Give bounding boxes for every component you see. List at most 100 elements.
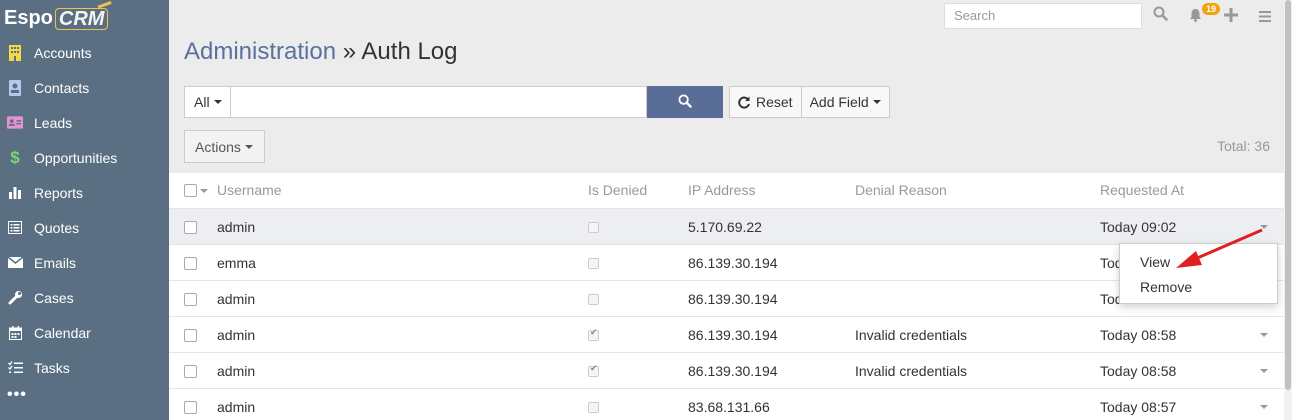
breadcrumb-administration-link[interactable]: Administration (184, 38, 336, 65)
row-select-checkbox[interactable] (184, 365, 197, 378)
is-denied-checkbox (588, 222, 599, 233)
cell-username[interactable]: admin (217, 317, 255, 353)
table-row[interactable]: emma 86.139.30.194 Tod (169, 244, 1284, 280)
cell-ip-address: 5.170.69.22 (688, 219, 762, 235)
sidebar-item-label: Calendar (34, 324, 91, 341)
cell-requested-at: Today 08:57 (1100, 399, 1177, 415)
search-filter-bar: All Reset Add Field (184, 86, 890, 118)
app-logo[interactable]: Espo CRM (0, 0, 169, 35)
sidebar-item-label: Contacts (34, 79, 90, 96)
is-denied-checkbox (588, 363, 599, 377)
sidebar-item-label: Reports (34, 184, 84, 201)
list-icon (7, 220, 23, 236)
chevron-down-icon[interactable] (200, 189, 208, 193)
sidebar-item-accounts[interactable]: Accounts (0, 35, 169, 70)
cell-ip-address: 86.139.30.194 (688, 327, 778, 343)
chevron-down-icon (213, 100, 222, 104)
scrollbar-thumb[interactable] (1285, 0, 1291, 390)
is-denied-checkbox (588, 402, 599, 413)
sidebar: Espo CRM Accounts Contacts Leads $ Oppor… (0, 0, 169, 420)
cell-username[interactable]: admin (217, 281, 255, 317)
cell-ip-address: 86.139.30.194 (688, 255, 778, 271)
breadcrumb-current: Auth Log (361, 38, 458, 65)
building-icon (7, 44, 23, 61)
search-button[interactable] (647, 86, 723, 118)
sidebar-item-emails[interactable]: Emails (0, 245, 169, 280)
actions-button[interactable]: Actions (184, 130, 265, 163)
is-denied-checkbox (588, 258, 599, 269)
column-header-is-denied[interactable]: Is Denied (588, 173, 647, 208)
text-filter-input[interactable] (231, 86, 647, 118)
bar-chart-icon (7, 185, 23, 201)
add-field-label: Add Field (809, 94, 869, 110)
filter-scope-dropdown[interactable]: All (184, 86, 231, 118)
cell-username[interactable]: admin (217, 209, 255, 245)
more-menu-button[interactable]: ••• (0, 385, 169, 413)
row-menu-caret-icon[interactable] (1260, 369, 1268, 373)
refresh-icon (738, 96, 751, 109)
table-row[interactable]: admin 86.139.30.194 Invalid credentials Tod… (169, 352, 1284, 388)
menu-item-view[interactable]: View (1120, 250, 1277, 275)
cell-denial-reason: Invalid credentials (855, 327, 968, 343)
is-denied-checkbox (588, 294, 599, 305)
cell-username[interactable]: admin (217, 353, 255, 389)
row-select-checkbox[interactable] (184, 329, 197, 342)
column-header-denial-reason[interactable]: Denial Reason (855, 173, 947, 208)
sidebar-item-calendar[interactable]: Calendar (0, 315, 169, 350)
total-count: Total: 36 (1217, 138, 1270, 154)
row-menu-caret-icon[interactable] (1260, 405, 1268, 409)
sidebar-item-contacts[interactable]: Contacts (0, 70, 169, 105)
notification-badge: 19 (1202, 3, 1221, 15)
row-select-checkbox[interactable] (184, 221, 197, 234)
row-select-checkbox[interactable] (184, 257, 197, 270)
cell-ip-address: 86.139.30.194 (688, 363, 778, 379)
table-row[interactable]: admin 86.139.30.194 Invalid credentials Tod… (169, 316, 1284, 352)
sidebar-item-reports[interactable]: Reports (0, 175, 169, 210)
tasks-icon (7, 360, 23, 376)
select-all-checkbox[interactable] (184, 184, 197, 197)
wrench-icon (7, 290, 23, 306)
menu-item-remove[interactable]: Remove (1120, 275, 1277, 300)
sidebar-item-quotes[interactable]: Quotes (0, 210, 169, 245)
column-header-username[interactable]: Username (217, 173, 282, 208)
column-header-ip-address[interactable]: IP Address (688, 173, 755, 208)
cell-username[interactable]: admin (217, 389, 255, 420)
menu-icon[interactable] (1259, 9, 1271, 25)
sidebar-item-label: Accounts (34, 44, 92, 61)
is-denied-checkbox (588, 327, 599, 341)
row-select-checkbox[interactable] (184, 293, 197, 306)
vertical-scrollbar[interactable] (1284, 0, 1292, 420)
bell-icon[interactable] (1189, 8, 1202, 25)
chevron-down-icon (244, 144, 253, 149)
table-row[interactable]: admin 83.68.131.66 Today 08:57 (169, 388, 1284, 420)
table-row[interactable]: admin 5.170.69.22 Today 09:02 (169, 208, 1284, 244)
search-icon[interactable] (1153, 6, 1168, 24)
sidebar-item-label: Opportunities (34, 149, 118, 166)
sidebar-item-opportunities[interactable]: $ Opportunities (0, 140, 169, 175)
row-select-checkbox[interactable] (184, 401, 197, 414)
sidebar-item-label: Emails (34, 254, 77, 271)
cell-ip-address: 83.68.131.66 (688, 399, 770, 415)
global-search-input[interactable]: Search (944, 3, 1142, 29)
chevron-down-icon (872, 100, 881, 104)
column-header-requested-at[interactable]: Requested At (1100, 173, 1184, 208)
cell-ip-address: 86.139.30.194 (688, 291, 778, 307)
filter-scope-label: All (194, 94, 210, 110)
envelope-icon (7, 255, 23, 271)
calendar-icon (7, 325, 23, 341)
plus-icon[interactable] (1224, 8, 1238, 25)
row-menu-caret-icon[interactable] (1260, 225, 1268, 229)
add-field-button[interactable]: Add Field (800, 86, 890, 118)
table-row[interactable]: admin 86.139.30.194 Tod (169, 280, 1284, 316)
cell-requested-at: Today 09:02 (1100, 219, 1177, 235)
sidebar-item-tasks[interactable]: Tasks (0, 350, 169, 385)
page-title: Administration » Auth Log (184, 38, 458, 66)
logo-text: Espo (4, 7, 53, 29)
sidebar-item-cases[interactable]: Cases (0, 280, 169, 315)
search-icon (678, 93, 692, 111)
sidebar-item-leads[interactable]: Leads (0, 105, 169, 140)
cell-username[interactable]: emma (217, 245, 256, 281)
sidebar-item-label: Quotes (34, 219, 80, 236)
reset-button[interactable]: Reset (729, 86, 801, 118)
row-menu-caret-icon[interactable] (1260, 333, 1268, 337)
